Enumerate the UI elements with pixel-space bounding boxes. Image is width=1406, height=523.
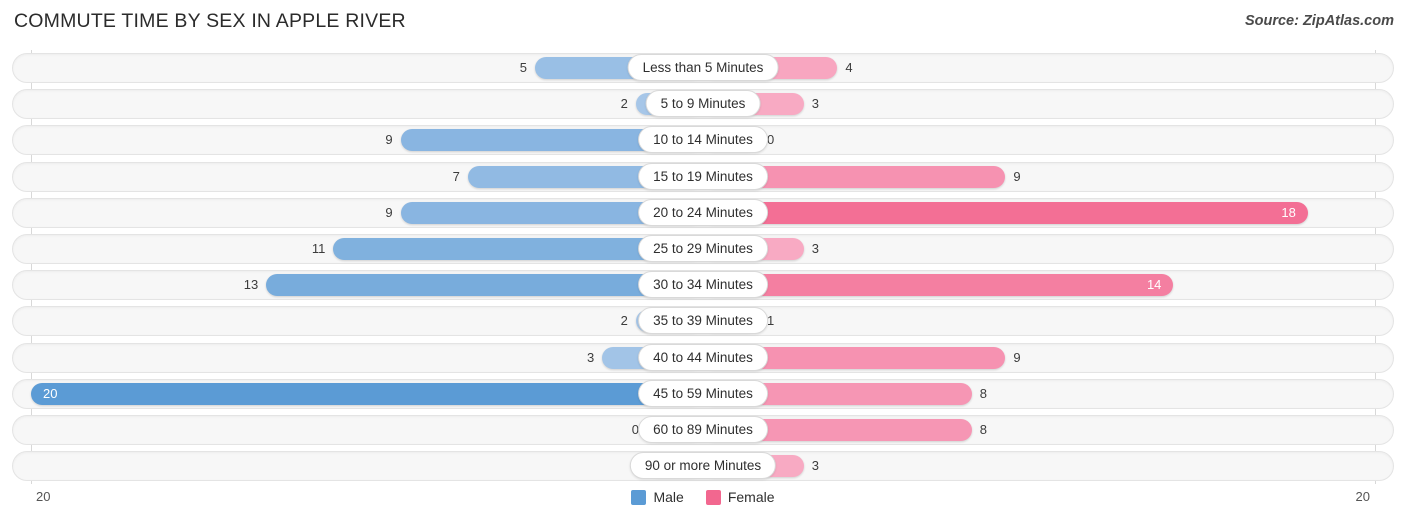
category-label-pill: 60 to 89 Minutes — [638, 415, 768, 443]
bar-value-female: 9 — [1013, 349, 1021, 365]
chart-row: 13 14 30 to 34 Minutes — [0, 267, 1406, 303]
category-label-pill: 10 to 14 Minutes — [638, 126, 768, 154]
chart-header: COMMUTE TIME BY SEX IN APPLE RIVER Sourc… — [0, 0, 1406, 44]
bar-value-female: 8 — [979, 421, 988, 437]
bar-value-female: 18 — [1281, 204, 1296, 220]
row-bars: 2 3 5 to 9 Minutes — [0, 86, 1406, 122]
row-bars: 20 8 45 to 59 Minutes — [0, 376, 1406, 412]
bar-value-male: 9 — [385, 132, 393, 148]
row-bars: 5 4 Less than 5 Minutes — [0, 50, 1406, 86]
bar-female[interactable] — [703, 201, 1308, 224]
legend-item-male[interactable]: Male — [631, 489, 684, 505]
bar-value-female: 9 — [1013, 168, 1021, 184]
row-bars: 9 18 20 to 24 Minutes — [0, 195, 1406, 231]
chart-row: 2 1 35 to 39 Minutes — [0, 303, 1406, 339]
bar-value-male: 5 — [519, 60, 527, 75]
chart-row: 2 3 5 to 9 Minutes — [0, 86, 1406, 122]
chart-row: 9 18 20 to 24 Minutes — [0, 195, 1406, 231]
chart-row: 5 4 Less than 5 Minutes — [0, 50, 1406, 86]
chart-row: 7 9 15 to 19 Minutes — [0, 159, 1406, 195]
category-label-pill: 90 or more Minutes — [629, 452, 777, 480]
category-label-pill: 5 to 9 Minutes — [645, 90, 761, 118]
chart-row: 1390 or more Minutes — [0, 448, 1406, 484]
bar-male[interactable] — [31, 382, 703, 405]
chart-row: 3 9 40 to 44 Minutes — [0, 340, 1406, 376]
row-bars: 2 1 35 to 39 Minutes — [0, 303, 1406, 339]
bar-female[interactable] — [703, 274, 1174, 297]
chart-row: 20 8 45 to 59 Minutes — [0, 376, 1406, 412]
category-label-pill: 20 to 24 Minutes — [638, 198, 768, 226]
row-bars: 11 3 25 to 29 Minutes — [0, 231, 1406, 267]
category-label-pill: 25 to 29 Minutes — [638, 234, 768, 262]
legend-item-female[interactable]: Female — [705, 489, 775, 505]
bar-value-female: 14 — [1146, 277, 1162, 293]
category-label-pill: 40 to 44 Minutes — [638, 343, 768, 371]
category-label-pill: 45 to 59 Minutes — [638, 379, 768, 407]
row-bars: 9 0 10 to 14 Minutes — [0, 122, 1406, 158]
row-bars: 7 9 15 to 19 Minutes — [0, 159, 1406, 195]
row-bars: 0 8 60 to 89 Minutes — [0, 412, 1406, 448]
bar-value-male: 2 — [620, 96, 628, 112]
row-bars: 13 14 30 to 34 Minutes — [0, 267, 1406, 303]
bar-value-male: 7 — [452, 168, 460, 184]
chart-row: 9 0 10 to 14 Minutes — [0, 122, 1406, 158]
category-label-pill: Less than 5 Minutes — [627, 54, 779, 81]
source-attribution: Source: ZipAtlas.com — [1244, 13, 1394, 29]
bar-value-male: 2 — [620, 313, 628, 329]
bar-value-female: 3 — [811, 96, 820, 112]
chart-legend: Male Female — [0, 489, 1406, 505]
legend-label-male: Male — [653, 489, 684, 505]
row-bars: 3 9 40 to 44 Minutes — [0, 340, 1406, 376]
row-bars: 1390 or more Minutes — [0, 448, 1406, 484]
chart-footer: 20 20 Male Female — [0, 484, 1406, 523]
legend-swatch-female-icon — [705, 489, 721, 505]
legend-swatch-male-icon — [631, 489, 647, 505]
bar-value-female: 4 — [845, 60, 853, 75]
bar-value-female: 8 — [979, 385, 988, 401]
category-label-pill: 35 to 39 Minutes — [638, 307, 768, 335]
chart-row: 0 8 60 to 89 Minutes — [0, 412, 1406, 448]
bar-value-female: 0 — [767, 132, 775, 148]
chart-plot-area: 5 4 Less than 5 Minutes 2 3 5 to 9 Minutes 9 0 1… — [0, 50, 1406, 484]
chart-row: 11 3 25 to 29 Minutes — [0, 231, 1406, 267]
bar-value-male: 13 — [243, 277, 259, 293]
category-label-pill: 30 to 34 Minutes — [638, 271, 768, 299]
legend-label-female: Female — [727, 489, 775, 505]
bar-value-male: 3 — [586, 349, 595, 365]
category-label-pill: 15 to 19 Minutes — [638, 162, 768, 190]
bar-value-male: 9 — [385, 204, 393, 220]
chart-root: COMMUTE TIME BY SEX IN APPLE RIVER Sourc… — [0, 0, 1406, 523]
bar-value-female: 3 — [811, 240, 820, 256]
bar-value-female: 3 — [811, 458, 820, 474]
bar-value-female: 1 — [767, 313, 775, 329]
page-title: COMMUTE TIME BY SEX IN APPLE RIVER — [14, 10, 406, 32]
bar-value-male: 20 — [43, 385, 58, 401]
bar-value-male: 11 — [311, 240, 326, 256]
